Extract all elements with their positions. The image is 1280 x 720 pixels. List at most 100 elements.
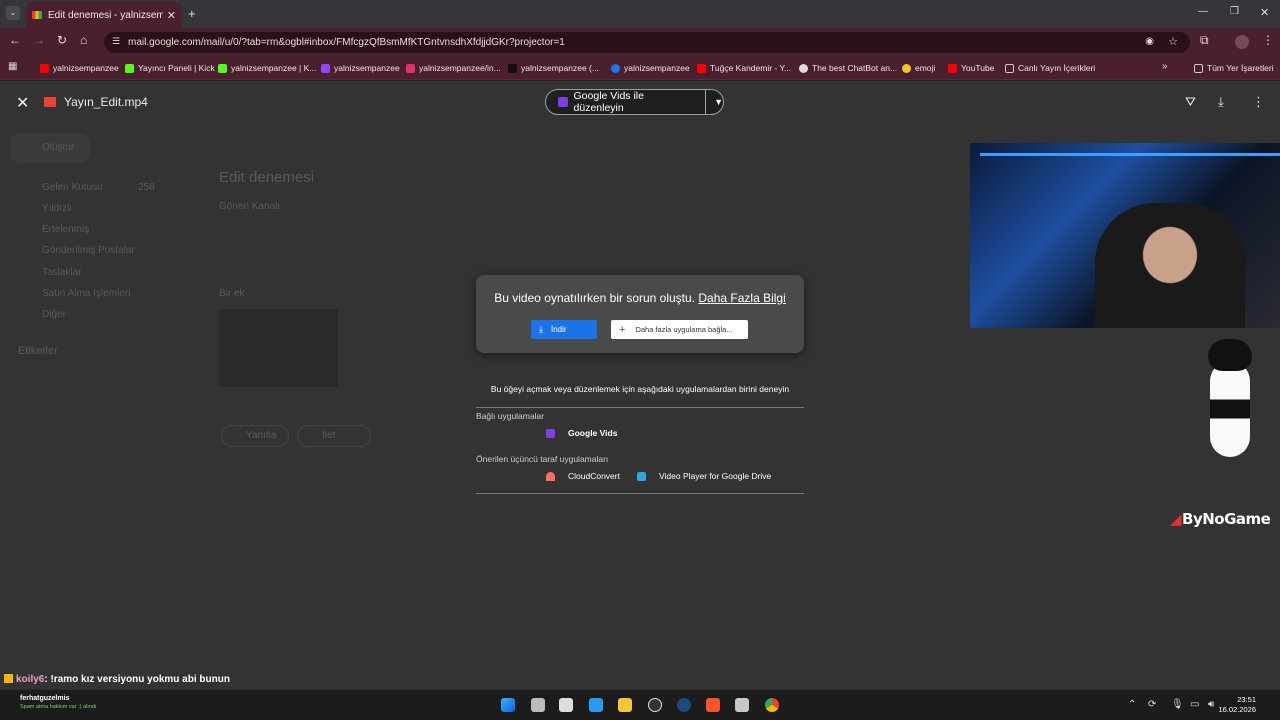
close-viewer-icon[interactable]: ✕ <box>16 93 29 113</box>
connect-more-apps-button[interactable]: + Daha fazla uygulama bağla... <box>611 320 748 339</box>
eye-icon[interactable]: ◉ <box>1145 36 1154 47</box>
bookmark-item[interactable]: Canlı Yayın İçerikleri <box>1005 61 1095 75</box>
bookmark-item[interactable]: yalnizsempanzee <box>40 61 119 75</box>
restore-button[interactable]: ❐ <box>1230 6 1239 17</box>
home-icon[interactable]: ⌂ <box>80 33 87 47</box>
snipping-tool-icon[interactable] <box>559 698 573 712</box>
inbox-count: 258 <box>138 182 155 193</box>
profile-avatar[interactable] <box>1235 35 1249 49</box>
emoji-icon <box>902 63 911 73</box>
learn-more-link[interactable]: Daha Fazla Bilgi <box>698 291 785 305</box>
add-to-drive-icon[interactable]: ⛛ <box>1185 94 1196 110</box>
all-bookmarks-button[interactable]: Tüm Yer İşaretleri <box>1194 61 1274 75</box>
app-cloudconvert[interactable]: CloudConvert <box>546 471 620 481</box>
reply-label: Yanıtla <box>246 430 277 441</box>
chevron-up-icon[interactable]: ⌃ <box>1128 699 1136 710</box>
back-icon[interactable]: ← <box>9 33 21 47</box>
file-name: Yayın_Edit.mp4 <box>64 95 148 109</box>
nav-inbox: Gelen Kutusu <box>42 182 103 193</box>
divider <box>476 407 804 408</box>
sync-icon[interactable]: ⟳ <box>1148 699 1156 710</box>
bookmark-item[interactable]: emoji <box>902 61 935 75</box>
tab-active[interactable]: Edit denemesi - yalnizsempanz ✕ <box>26 2 182 28</box>
nav-purchases: Satın Alma İşlemleri <box>42 288 131 299</box>
video-file-icon <box>44 97 56 107</box>
google-vids-icon <box>546 428 555 438</box>
more-options-icon[interactable]: ⋮ <box>1252 94 1265 110</box>
bookmark-star-icon[interactable]: ☆ <box>1168 35 1178 48</box>
email-subject: Edit denemesi <box>219 169 315 186</box>
connected-apps-heading: Bağlı uygulamalar <box>476 411 545 421</box>
new-tab-button[interactable]: + <box>188 6 196 21</box>
error-message: Bu video oynatılırken bir sorun oluştu. … <box>494 291 786 305</box>
app-google-vids[interactable]: Google Vids <box>546 428 617 438</box>
email-sender: Gönen Kanalı <box>219 201 281 212</box>
bookmark-item[interactable]: yalnizsempanzee <box>611 61 690 75</box>
network-icon[interactable]: ▭ <box>1190 699 1199 710</box>
bookmark-item[interactable]: YouTube <box>948 61 994 75</box>
twitch-icon <box>321 63 330 73</box>
reload-icon[interactable]: ↻ <box>57 33 67 47</box>
video-player-icon <box>637 471 646 481</box>
download-icon: ⤓ <box>539 324 543 334</box>
bookmark-item[interactable]: Yayıncı Paneli | Kick <box>125 61 215 75</box>
system-clock[interactable]: 23:51 16.02.2026 <box>1218 695 1256 715</box>
plus-icon: + <box>619 323 626 336</box>
google-vids-icon <box>558 97 568 107</box>
playback-error-dialog: Bu video oynatılırken bir sorun oluştu. … <box>476 275 804 353</box>
nav-drafts: Taslaklar <box>42 267 82 278</box>
bookmark-item[interactable]: yalnizsempanzee <box>321 61 400 75</box>
obs-icon[interactable] <box>648 698 662 712</box>
streamer-image <box>1095 203 1245 328</box>
bookmark-item[interactable]: yalnizsempanzee | K... <box>218 61 316 75</box>
download-icon[interactable]: ⤓ <box>1218 94 1224 110</box>
minimize-button[interactable]: — <box>1198 6 1208 17</box>
download-button[interactable]: ⤓ İndir <box>531 320 597 339</box>
microphone-icon[interactable]: 🎙︎ <box>1171 699 1184 710</box>
forward-label: İlet <box>322 430 336 441</box>
chevron-right-icon[interactable]: » <box>1162 61 1168 72</box>
bookmark-item[interactable]: The best ChatBot an... <box>799 61 897 75</box>
forward-icon[interactable]: → <box>33 33 45 47</box>
close-tab-icon[interactable]: ✕ <box>167 9 176 22</box>
tiktok-icon <box>508 63 517 73</box>
kick-icon <box>125 63 134 73</box>
bynogame-logo: ◢ByNoGame <box>1170 510 1271 528</box>
bookmark-item[interactable]: Tuğçe Kandemir - Y... <box>697 61 791 75</box>
kick-icon <box>218 63 227 73</box>
viewer-overlay: Oluştur Gelen Kutusu 258 Yıldızlı Ertele… <box>0 81 1280 689</box>
apps-grid-icon[interactable]: ▦ <box>8 61 17 72</box>
close-window-button[interactable]: ✕ <box>1260 6 1269 19</box>
nav-more: Diğer <box>42 309 66 320</box>
open-with-vids-button[interactable]: Google Vids ile düzenleyin ▼ <box>545 89 724 115</box>
photos-icon[interactable] <box>589 698 603 712</box>
browser-tab-strip: ⌄ Edit denemesi - yalnizsempanz ✕ + — ❐ … <box>0 0 1280 28</box>
nav-starred: Yıldızlı <box>42 203 73 214</box>
start-icon[interactable] <box>501 698 515 712</box>
volume-icon[interactable]: 🔊︎ <box>1208 699 1214 710</box>
menu-icon[interactable]: ⋮ <box>1262 33 1274 47</box>
address-bar[interactable]: ☰ mail.google.com/mail/u/0/?tab=rm&ogbl#… <box>104 32 1190 53</box>
file-explorer-icon[interactable] <box>618 698 632 712</box>
bookmark-item[interactable]: yalnizsempanzee/in... <box>406 61 501 75</box>
brave-icon[interactable] <box>706 698 720 712</box>
dropdown-arrow-icon[interactable]: ▼ <box>714 97 723 107</box>
divider <box>476 493 804 494</box>
app-video-player[interactable]: Video Player for Google Drive <box>637 471 771 481</box>
bookmark-item[interactable]: yalnizsempanzee (... <box>508 61 599 75</box>
site-info-icon[interactable]: ☰ <box>112 36 120 47</box>
bookmarks-bar: ▦ yalnizsempanzee Yayıncı Paneli | Kick … <box>0 56 1280 80</box>
steam-icon[interactable] <box>677 698 691 712</box>
open-with-label: Google Vids ile düzenleyin <box>573 90 644 114</box>
media-player-icon[interactable] <box>735 698 749 712</box>
tab-search-button[interactable]: ⌄ <box>6 6 20 20</box>
chrome-icon[interactable] <box>765 698 779 712</box>
divider <box>705 89 707 115</box>
extensions-icon[interactable]: ⧉ <box>1200 33 1209 48</box>
task-view-icon[interactable] <box>531 698 545 712</box>
chatbot-icon <box>799 63 808 73</box>
folder-icon <box>1194 63 1203 73</box>
folder-icon <box>1005 63 1014 73</box>
facebook-icon <box>611 63 620 73</box>
led-strip <box>980 153 1280 156</box>
